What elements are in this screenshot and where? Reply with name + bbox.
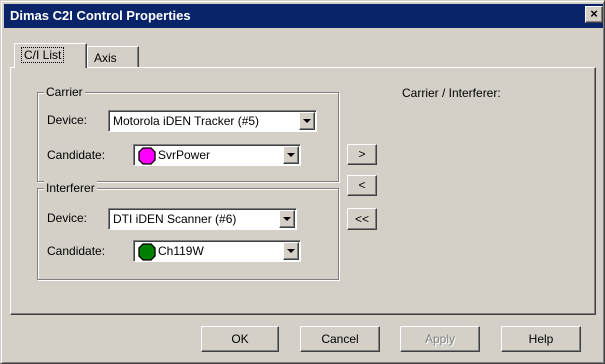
- interferer-device-label: Device:: [47, 211, 88, 225]
- tab-axis-label: Axis: [94, 51, 117, 65]
- tab-c-i-list-label: C/I List: [21, 47, 65, 63]
- close-button[interactable]: ×: [585, 6, 603, 23]
- interferer-group: Interferer: [37, 181, 339, 280]
- carrier-candidate-value: SvrPower: [158, 148, 211, 162]
- carrier-candidate-select[interactable]: SvrPower: [133, 144, 301, 166]
- window-title: Dimas C2I Control Properties: [10, 8, 191, 23]
- carrier-group: Carrier: [37, 85, 339, 182]
- interferer-group-title: Interferer: [44, 181, 97, 195]
- chevron-down-icon[interactable]: [283, 242, 299, 260]
- green-octagon-icon: [138, 243, 156, 261]
- properties-dialog: Dimas C2I Control Properties × C/I List …: [0, 0, 605, 364]
- interferer-device-select[interactable]: DTI iDEN Scanner (#6): [108, 208, 297, 230]
- tab-panel-c-i-list: Carrier Device: Motorola iDEN Tracker (#…: [10, 67, 596, 315]
- apply-button[interactable]: Apply: [400, 326, 480, 352]
- interferer-device-value: DTI iDEN Scanner (#6): [113, 212, 237, 226]
- chevron-down-icon[interactable]: [279, 210, 295, 228]
- cancel-button[interactable]: Cancel: [300, 326, 380, 352]
- add-pair-button[interactable]: >: [347, 144, 377, 165]
- magenta-octagon-icon: [138, 147, 156, 165]
- remove-pair-button[interactable]: <: [347, 175, 377, 196]
- close-icon: ×: [590, 6, 598, 21]
- ok-button[interactable]: OK: [201, 326, 279, 352]
- tab-axis[interactable]: Axis: [87, 46, 139, 68]
- help-label: Help: [528, 332, 554, 346]
- ok-label: OK: [231, 332, 249, 346]
- cancel-label: Cancel: [321, 332, 359, 346]
- add-pair-label: >: [358, 147, 366, 161]
- interferer-candidate-select[interactable]: Ch119W: [133, 240, 301, 262]
- carrier-device-select[interactable]: Motorola iDEN Tracker (#5): [108, 110, 317, 132]
- apply-label: Apply: [424, 332, 456, 346]
- help-button[interactable]: Help: [501, 326, 581, 352]
- tab-c-i-list[interactable]: C/I List: [14, 43, 87, 68]
- remove-pair-label: <: [358, 178, 366, 192]
- interferer-candidate-label: Candidate:: [47, 244, 106, 258]
- chevron-down-icon[interactable]: [299, 112, 315, 130]
- remove-all-pairs-label: <<: [354, 212, 369, 226]
- carrier-candidate-label: Candidate:: [47, 148, 106, 162]
- carrier-group-title: Carrier: [44, 85, 85, 99]
- title-bar[interactable]: Dimas C2I Control Properties ×: [4, 4, 603, 28]
- carrier-device-value: Motorola iDEN Tracker (#5): [113, 114, 260, 128]
- chevron-down-icon[interactable]: [283, 146, 299, 164]
- remove-all-pairs-button[interactable]: <<: [347, 208, 377, 230]
- interferer-candidate-value: Ch119W: [158, 244, 204, 258]
- carrier-device-label: Device:: [47, 113, 88, 127]
- pairs-label: Carrier / Interferer:: [402, 86, 501, 100]
